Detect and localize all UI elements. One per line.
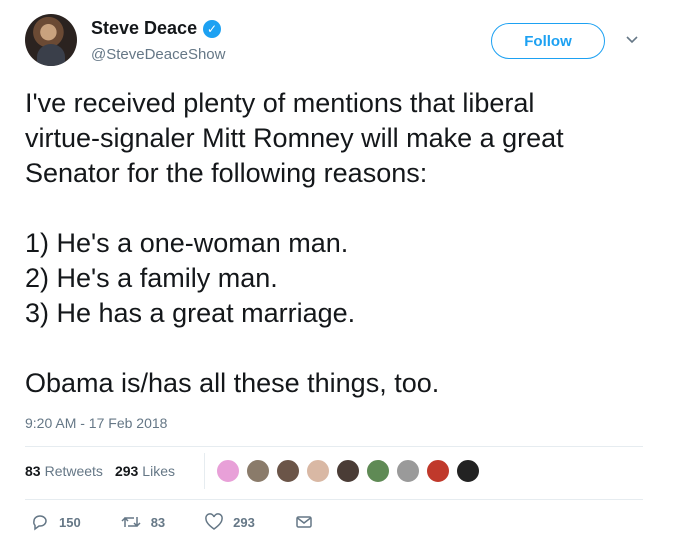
divider bbox=[25, 446, 643, 447]
liker-avatar[interactable] bbox=[306, 459, 330, 483]
author-avatar[interactable] bbox=[25, 14, 77, 66]
like-button[interactable]: 293 bbox=[205, 513, 255, 531]
reply-button[interactable]: 150 bbox=[31, 513, 81, 531]
tweet-line: I've received plenty of mentions that li… bbox=[25, 88, 535, 118]
tweet-line: 2) He's a family man. bbox=[25, 263, 278, 293]
retweet-count: 83 bbox=[150, 514, 166, 530]
like-count: 293 bbox=[233, 514, 255, 530]
retweet-icon bbox=[121, 516, 141, 528]
likes-stat[interactable]: 293 Likes bbox=[115, 463, 175, 479]
stats-separator bbox=[204, 453, 205, 489]
tweet-line: 3) He has a great marriage. bbox=[25, 298, 356, 328]
verified-badge-icon: ✓ bbox=[203, 19, 222, 38]
liker-avatar[interactable] bbox=[456, 459, 480, 483]
retweet-button[interactable]: 83 bbox=[121, 513, 165, 531]
tweet-line: Senator for the following reasons: bbox=[25, 158, 428, 188]
author-display-name[interactable]: Steve Deace bbox=[91, 18, 197, 39]
author-name-row: Steve Deace ✓ bbox=[91, 18, 222, 39]
liker-avatar[interactable] bbox=[276, 459, 300, 483]
liker-avatar[interactable] bbox=[426, 459, 450, 483]
liker-avatar[interactable] bbox=[396, 459, 420, 483]
retweets-label: Retweets bbox=[44, 463, 103, 479]
liker-avatar[interactable] bbox=[246, 459, 270, 483]
liker-avatar[interactable] bbox=[216, 459, 240, 483]
likes-label: Likes bbox=[142, 463, 175, 479]
liker-avatar[interactable] bbox=[336, 459, 360, 483]
heart-icon bbox=[205, 513, 223, 530]
tweet-line: virtue-signaler Mitt Romney will make a … bbox=[25, 123, 564, 153]
likes-count: 293 bbox=[114, 463, 139, 479]
reply-icon bbox=[33, 515, 47, 531]
tweet-line: 1) He's a one-woman man. bbox=[25, 228, 349, 258]
retweets-count: 83 bbox=[25, 463, 41, 479]
tweet-timestamp[interactable]: 9:20 AM - 17 Feb 2018 bbox=[25, 415, 167, 431]
envelope-icon bbox=[296, 516, 312, 528]
liker-avatar[interactable] bbox=[366, 459, 390, 483]
tweet-text: I've received plenty of mentions that li… bbox=[25, 86, 665, 401]
tweet-actions: 150 83 293 bbox=[31, 513, 363, 531]
divider bbox=[25, 499, 643, 500]
engagement-stats: 83 Retweets 293 Likes bbox=[25, 463, 187, 479]
direct-message-button[interactable] bbox=[295, 513, 323, 531]
tweet-line: Obama is/has all these things, too. bbox=[25, 368, 440, 398]
follow-button[interactable]: Follow bbox=[491, 23, 605, 59]
chevron-down-icon[interactable] bbox=[625, 32, 639, 46]
reply-count: 150 bbox=[59, 514, 81, 530]
author-handle[interactable]: @SteveDeaceShow bbox=[91, 46, 225, 63]
liker-avatars bbox=[216, 459, 486, 483]
retweets-stat[interactable]: 83 Retweets bbox=[25, 463, 103, 479]
